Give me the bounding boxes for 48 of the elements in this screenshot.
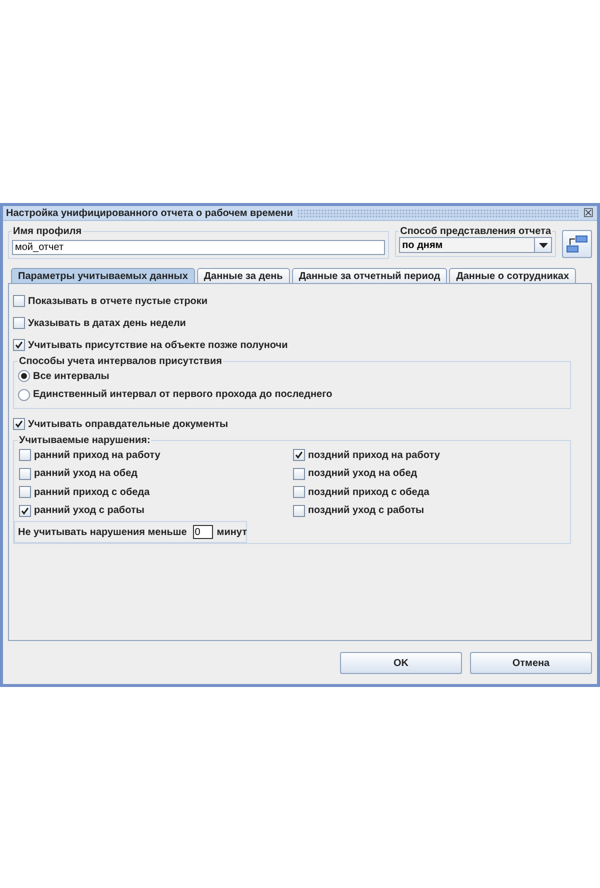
checkbox-label: ранний уход с работы bbox=[34, 505, 144, 516]
radio-button[interactable] bbox=[18, 370, 30, 382]
field-label: Имя профиля bbox=[12, 226, 83, 237]
checkbox-label: поздний уход на обед bbox=[308, 468, 418, 480]
checkbox[interactable] bbox=[293, 504, 305, 517]
checkbox[interactable] bbox=[293, 486, 305, 498]
checkbox-label: Учитывать оправдательные документы bbox=[28, 418, 228, 430]
checkbox-label: ранний уход на обед bbox=[34, 468, 138, 480]
field-label: Способ представления отчета bbox=[399, 226, 552, 237]
layout-icon bbox=[566, 234, 588, 254]
checkbox[interactable] bbox=[13, 339, 25, 351]
input-field[interactable]: мой_отчет bbox=[12, 240, 386, 255]
checkbox[interactable] bbox=[19, 486, 31, 498]
tab[interactable]: Данные за день bbox=[196, 268, 290, 283]
close-button[interactable]: ☒ bbox=[583, 207, 594, 219]
dialog-button[interactable]: Отмена bbox=[470, 652, 592, 674]
checkbox[interactable] bbox=[293, 468, 305, 480]
checkbox[interactable] bbox=[13, 317, 25, 329]
window-title: Настройка унифицированного отчета о рабочем времени bbox=[6, 208, 293, 218]
checkbox[interactable] bbox=[19, 449, 31, 462]
checkbox[interactable] bbox=[19, 468, 31, 480]
group-title: Способы учета интервалов присутствия bbox=[18, 356, 223, 367]
checkbox[interactable] bbox=[13, 418, 25, 430]
checkbox-label: ранний приход с обеда bbox=[34, 486, 150, 498]
tab[interactable]: Данные за отчетный период bbox=[292, 268, 448, 283]
checkbox-label: Показывать в отчете пустые строки bbox=[28, 296, 208, 306]
dialog-button[interactable]: OK bbox=[340, 652, 462, 674]
unit-label: минут bbox=[216, 526, 247, 538]
radio-button[interactable] bbox=[18, 388, 30, 401]
checkbox[interactable] bbox=[19, 504, 31, 517]
dropdown[interactable]: по дням bbox=[399, 237, 552, 253]
tab[interactable]: Данные о сотрудниках bbox=[449, 268, 576, 283]
caret-icon bbox=[538, 242, 548, 248]
checkbox[interactable] bbox=[13, 295, 25, 307]
checkbox-label: поздний приход на работу bbox=[308, 450, 440, 461]
group-title: Учитываемые нарушения: bbox=[18, 435, 152, 446]
radio-label: Все интервалы bbox=[33, 370, 110, 382]
tab[interactable]: Параметры учитываемых данных bbox=[11, 268, 195, 283]
radio-label: Единственный интервал от первого прохода до последнего bbox=[33, 389, 332, 400]
threshold-label: Не учитывать нарушения меньше bbox=[18, 526, 187, 538]
checkbox-label: Учитывать присутствие на объекте позже полуночи bbox=[28, 340, 288, 350]
checkbox-label: поздний уход с работы bbox=[308, 505, 424, 516]
checkbox-label: поздний приход с обеда bbox=[308, 486, 430, 498]
checkbox-label: ранний приход на работу bbox=[34, 450, 160, 461]
layout-button[interactable] bbox=[562, 230, 592, 258]
minutes-field[interactable]: 0 bbox=[192, 525, 213, 539]
checkbox-label: Указывать в датах день недели bbox=[28, 318, 186, 328]
checkbox[interactable] bbox=[293, 449, 305, 462]
